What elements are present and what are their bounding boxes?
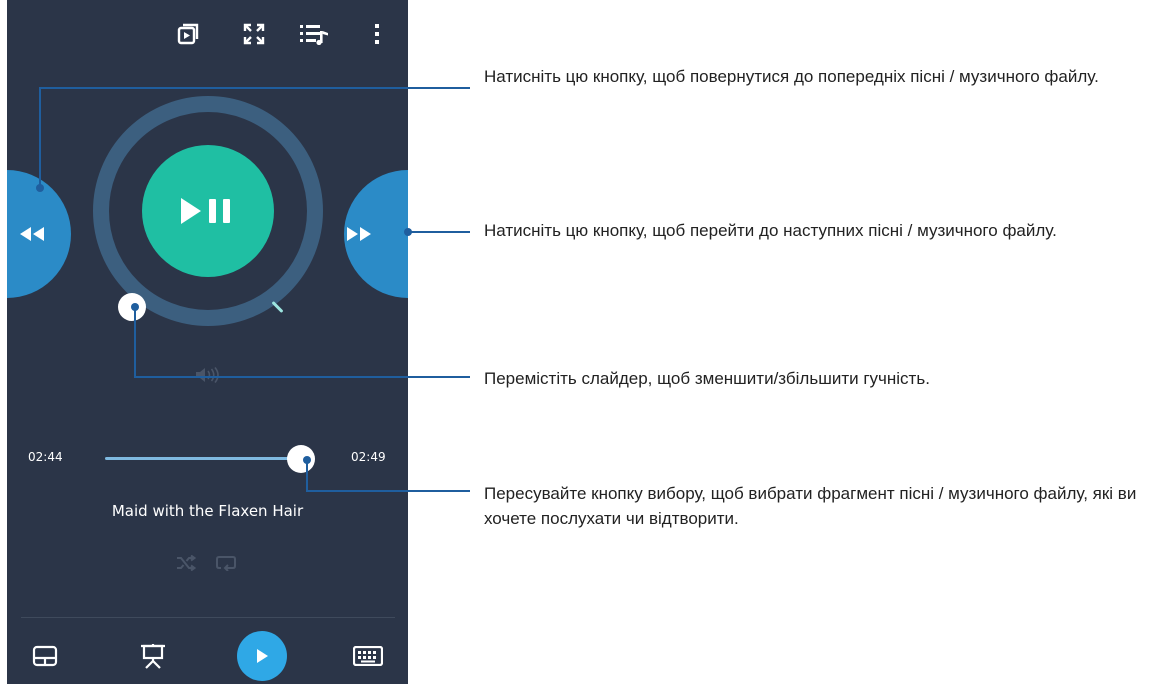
note-previous: Натисніть цю кнопку, щоб повернутися до …: [484, 67, 1099, 86]
note-next: Натисніть цю кнопку, щоб перейти до наст…: [484, 221, 1057, 240]
callout-lines: [36, 87, 470, 492]
note-seek: Пересувайте кнопку вибору, щоб вибрати ф…: [484, 484, 1137, 528]
note-volume: Перемістіть слайдер, щоб зменшити/збільш…: [484, 369, 930, 388]
stage: 02:44 02:49 Maid with the Flaxen Hair На…: [0, 0, 1165, 684]
